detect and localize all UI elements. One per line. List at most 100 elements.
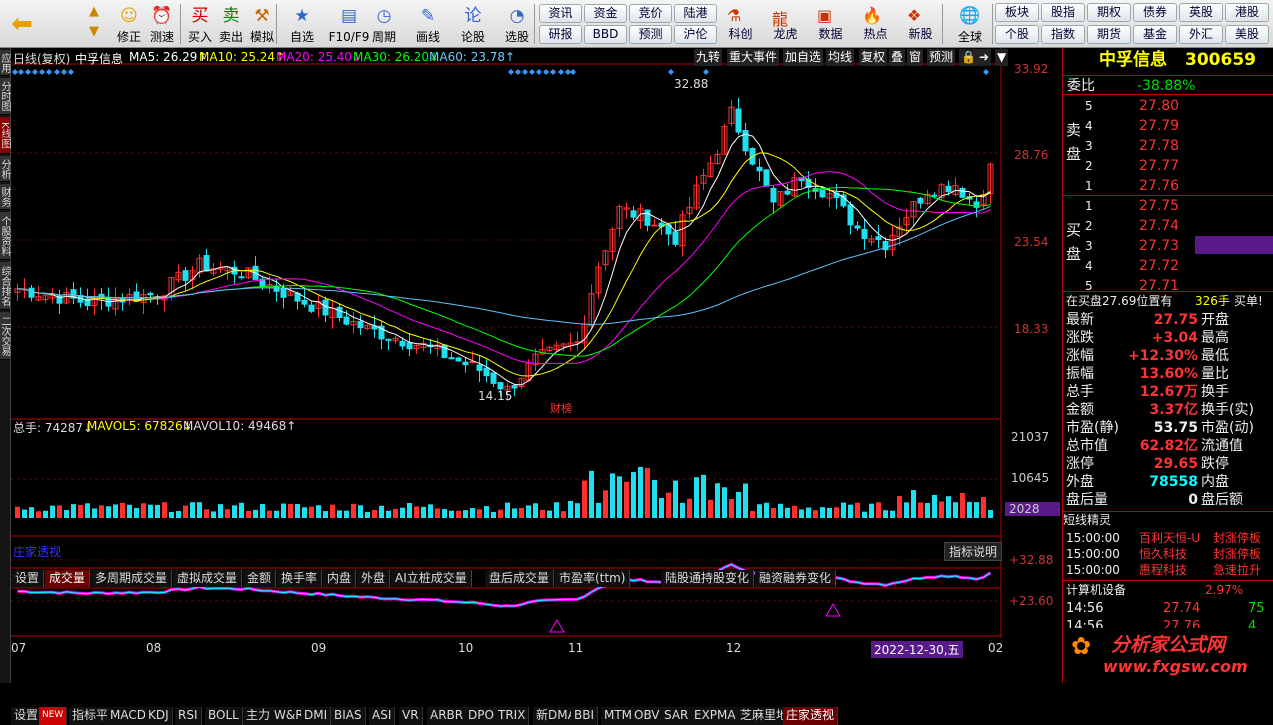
indicator-tab[interactable]: OBV: [631, 707, 664, 725]
indicator-tab[interactable]: DPO: [465, 707, 498, 725]
toolbar-text-button[interactable]: 研报: [539, 25, 582, 44]
volume-tab[interactable]: 设置: [11, 570, 45, 587]
market-button[interactable]: 基金: [1133, 25, 1177, 44]
back-button[interactable]: ⬅: [3, 0, 41, 48]
left-tab[interactable]: 二次交易: [0, 312, 10, 360]
buy-level[interactable]: 4 27.72: [1063, 256, 1273, 276]
chart-tool-button[interactable]: 窗: [907, 49, 924, 66]
toolbar-text-button[interactable]: 预测: [629, 25, 672, 44]
indicator-tab[interactable]: BOLL: [205, 707, 243, 725]
indicator-tab[interactable]: TRIX: [495, 707, 530, 725]
indicator-tab[interactable]: ARBR: [427, 707, 468, 725]
indicator-tab[interactable]: 设置: [11, 707, 43, 725]
market-button[interactable]: 股指: [1041, 3, 1085, 22]
chart-tool-button[interactable]: 加自选: [783, 49, 824, 66]
indicator-tab[interactable]: MACD: [107, 707, 150, 725]
sell-level[interactable]: 1 27.76: [1063, 176, 1273, 196]
global-button[interactable]: 🌐 全球: [950, 0, 990, 48]
sell-level[interactable]: 3 27.78: [1063, 136, 1273, 156]
sell-level[interactable]: 5 27.80: [1063, 96, 1273, 116]
market-button[interactable]: 板块: [995, 3, 1039, 22]
indicator-tab[interactable]: SAR: [661, 707, 693, 725]
volume-tab[interactable]: 多周期成交量: [91, 570, 173, 587]
toolbar-text-button[interactable]: 陆港: [674, 4, 717, 23]
left-tab[interactable]: 个股资料: [0, 212, 10, 260]
indicator-tab[interactable]: KDJ: [145, 707, 173, 725]
left-tab[interactable]: 分析: [0, 156, 10, 182]
volume-tab[interactable]: AI立桩成交量: [391, 570, 472, 587]
toolbar-button[interactable]: ▤ F10/F9: [325, 0, 373, 48]
market-button[interactable]: 指数: [1041, 25, 1085, 44]
sell-level[interactable]: 4 27.79: [1063, 116, 1273, 136]
elf-item[interactable]: 15:00:00 百利天恒-U 封涨停板: [1063, 530, 1273, 546]
toolbar-text-button[interactable]: 沪伦: [674, 25, 717, 44]
volume-tab[interactable]: 外盘: [357, 570, 391, 587]
toolbar-button[interactable]: ✎ 画线: [411, 0, 445, 48]
buy-level[interactable]: 1 27.75: [1063, 196, 1273, 216]
market-button[interactable]: 外汇: [1179, 25, 1223, 44]
chart-tool-button[interactable]: 重大事件: [727, 49, 780, 66]
chart-tool-button[interactable]: 叠: [889, 49, 906, 66]
indicator-tab[interactable]: BBI: [571, 707, 599, 725]
volume-tab[interactable]: 融资融券变化: [755, 570, 837, 587]
indicator-tab[interactable]: BIAS: [331, 707, 366, 725]
indicator-tab[interactable]: NEW: [39, 707, 68, 725]
chart-tool-button[interactable]: 九转: [694, 49, 723, 66]
volume-tab[interactable]: 陆股通持股变化: [661, 570, 755, 587]
volume-tab[interactable]: 金额: [243, 570, 277, 587]
indicator-tab[interactable]: DMI: [301, 707, 332, 725]
indicator-tab[interactable]: ASI: [369, 707, 396, 725]
lock-icon[interactable]: 🔒: [959, 49, 978, 66]
sector-row[interactable]: 计算机设备 2.97%: [1063, 580, 1273, 598]
left-tab[interactable]: 财务: [0, 184, 10, 210]
volume-tab[interactable]: 内盘: [323, 570, 357, 587]
market-button[interactable]: 期货: [1087, 25, 1131, 44]
indicator-help-button[interactable]: 指标说明: [944, 542, 1003, 561]
chart-tool-button[interactable]: 均线: [826, 49, 855, 66]
indicator-tab[interactable]: 主力: [243, 707, 275, 725]
indicator-tab[interactable]: RSI: [175, 707, 202, 725]
toolbar-text-button[interactable]: BBD: [584, 25, 627, 44]
event-marker[interactable]: 财榜: [550, 400, 572, 416]
left-tab[interactable]: 综合排名: [0, 262, 10, 310]
buy-level[interactable]: 2 27.74: [1063, 216, 1273, 236]
toolbar-button[interactable]: ◔ 选股: [500, 0, 534, 48]
indicator-tab[interactable]: 庄家透视: [783, 707, 839, 725]
market-button[interactable]: 期权: [1087, 3, 1131, 22]
market-button[interactable]: 债券: [1133, 3, 1177, 22]
market-button[interactable]: 英股: [1179, 3, 1223, 22]
volume-tab[interactable]: 换手率: [277, 570, 323, 587]
chart-tool-button[interactable]: 预测: [927, 49, 956, 66]
arrow-right-icon[interactable]: ➜: [977, 49, 992, 66]
volume-tab[interactable]: 成交量: [45, 570, 91, 587]
toolbar-button[interactable]: ⏰ 测速: [145, 0, 179, 48]
sell-level[interactable]: 2 27.77: [1063, 156, 1273, 176]
toolbar-button[interactable]: 论论股: [456, 0, 490, 48]
elf-item[interactable]: 15:00:00 惠程科技 急速拉升: [1063, 562, 1273, 578]
chart-tool-button[interactable]: 复权: [859, 49, 888, 66]
indicator-tab[interactable]: EXPMA: [691, 707, 740, 725]
toolbar-button[interactable]: ★ 自选: [285, 0, 319, 48]
toolbar-button[interactable]: ⚒ 模拟: [245, 0, 279, 48]
level-number: 3: [1085, 139, 1093, 153]
toolbar-text-button[interactable]: 资金: [584, 4, 627, 23]
market-button[interactable]: 个股: [995, 25, 1039, 44]
toolbar-button[interactable]: 卖卖出: [214, 0, 248, 48]
elf-item[interactable]: 15:00:00 恒久科技 封涨停板: [1063, 546, 1273, 562]
volume-tab[interactable]: 市盈率(ttm): [555, 570, 631, 587]
toolbar-text-button[interactable]: 竞价: [629, 4, 672, 23]
toolbar-button[interactable]: ◷ 周期: [367, 0, 401, 48]
toolbar-button[interactable]: 买买入: [183, 0, 217, 48]
left-tab[interactable]: K线图: [0, 117, 10, 154]
toolbar-button[interactable]: ☺ 修正: [112, 0, 146, 48]
left-tab[interactable]: 应用: [0, 50, 10, 76]
toolbar-text-button[interactable]: 资讯: [539, 4, 582, 23]
left-tab[interactable]: 分时图: [0, 78, 10, 115]
volume-tab[interactable]: 虚拟成交量: [173, 570, 243, 587]
market-button[interactable]: 美股: [1225, 25, 1269, 44]
market-button[interactable]: 港股: [1225, 3, 1269, 22]
page-up-button[interactable]: ▲ ▼: [82, 0, 106, 48]
indicator-tab[interactable]: VR: [399, 707, 423, 725]
volume-tab[interactable]: 盘后成交量: [485, 570, 555, 587]
chevron-down-icon[interactable]: ▼: [995, 49, 1009, 66]
